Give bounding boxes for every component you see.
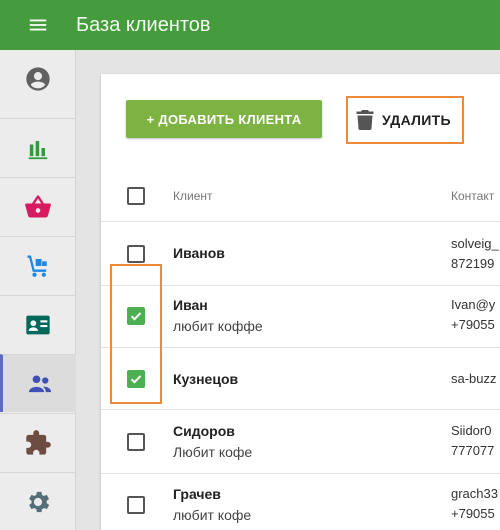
hamburger-menu-icon bbox=[29, 19, 47, 31]
sidebar-item-statistics[interactable] bbox=[0, 118, 76, 176]
sidebar-item-plugins[interactable] bbox=[0, 413, 76, 471]
account-circle-icon bbox=[26, 67, 50, 91]
trash-icon bbox=[356, 110, 374, 130]
sidebar-item-contacts[interactable] bbox=[0, 295, 76, 353]
delivery-cart-icon bbox=[27, 255, 47, 277]
client-name: Сидоров bbox=[173, 423, 235, 439]
menu-button[interactable] bbox=[0, 0, 76, 50]
app-title: База клиентов bbox=[76, 13, 211, 36]
table-header: Клиент Контакт bbox=[101, 170, 500, 222]
client-note: любит кофе bbox=[173, 507, 252, 523]
client-email: Ivan@y bbox=[451, 297, 496, 312]
contact-card-icon bbox=[26, 315, 50, 334]
client-phone: +79055 bbox=[451, 506, 495, 521]
client-name: Грачев bbox=[173, 486, 221, 502]
table-row[interactable]: Сидоров Любит кофе Siidor0 777077 bbox=[101, 410, 500, 474]
client-note: любит коффе bbox=[173, 318, 263, 334]
delete-label: УДАЛИТЬ bbox=[382, 112, 451, 128]
table-row[interactable]: Грачев любит кофе grach33 +79055 bbox=[101, 474, 500, 530]
client-note: Любит кофе bbox=[173, 444, 253, 460]
bar-chart-icon bbox=[28, 140, 48, 159]
shopping-basket-icon bbox=[25, 194, 51, 217]
sidebar-nav bbox=[0, 50, 76, 530]
add-client-button[interactable]: + ДОБАВИТЬ КЛИЕНТА bbox=[126, 100, 322, 138]
row-checkbox[interactable] bbox=[127, 245, 145, 263]
delete-button[interactable]: УДАЛИТЬ bbox=[346, 96, 464, 144]
sidebar-item-delivery[interactable] bbox=[0, 236, 76, 294]
people-icon bbox=[28, 374, 51, 392]
client-email: Siidor0 bbox=[451, 423, 492, 438]
client-email: sa-buzz bbox=[451, 371, 497, 386]
puzzle-icon bbox=[26, 429, 51, 455]
main-content: + ДОБАВИТЬ КЛИЕНТА УДАЛИТЬ Клиент Контак… bbox=[76, 50, 500, 530]
row-checkbox-checked[interactable] bbox=[127, 307, 145, 325]
client-name: Иван bbox=[173, 297, 208, 313]
row-checkbox-checked[interactable] bbox=[127, 370, 145, 388]
client-phone: 777077 bbox=[451, 443, 495, 458]
sidebar-item-account[interactable] bbox=[0, 50, 76, 108]
app-bar: База клиентов bbox=[0, 0, 500, 50]
table-row[interactable]: Кузнецов sa-buzz bbox=[101, 348, 500, 410]
clients-card: + ДОБАВИТЬ КЛИЕНТА УДАЛИТЬ Клиент Контак… bbox=[101, 74, 500, 530]
client-name: Кузнецов bbox=[173, 371, 239, 387]
select-all-checkbox[interactable] bbox=[127, 187, 145, 205]
checkmark-icon bbox=[130, 375, 142, 384]
client-phone: 872199 bbox=[451, 256, 495, 271]
client-email: grach33 bbox=[451, 486, 498, 501]
client-phone: +79055 bbox=[451, 317, 495, 332]
settings-gear-icon bbox=[29, 491, 50, 512]
table-row[interactable]: Иванов solveig_ 872199 bbox=[101, 222, 500, 286]
checkmark-icon bbox=[130, 312, 142, 321]
client-email: solveig_ bbox=[451, 236, 499, 251]
column-header-contacts: Контакт bbox=[451, 189, 495, 203]
column-header-client: Клиент bbox=[173, 189, 213, 203]
sidebar-item-clients[interactable] bbox=[0, 354, 76, 412]
client-name: Иванов bbox=[173, 245, 225, 261]
sidebar-item-orders[interactable] bbox=[0, 177, 76, 235]
row-checkbox[interactable] bbox=[127, 496, 145, 514]
table-row[interactable]: Иван любит коффе Ivan@y +79055 bbox=[101, 286, 500, 348]
row-checkbox[interactable] bbox=[127, 433, 145, 451]
sidebar-item-settings[interactable] bbox=[0, 472, 76, 530]
